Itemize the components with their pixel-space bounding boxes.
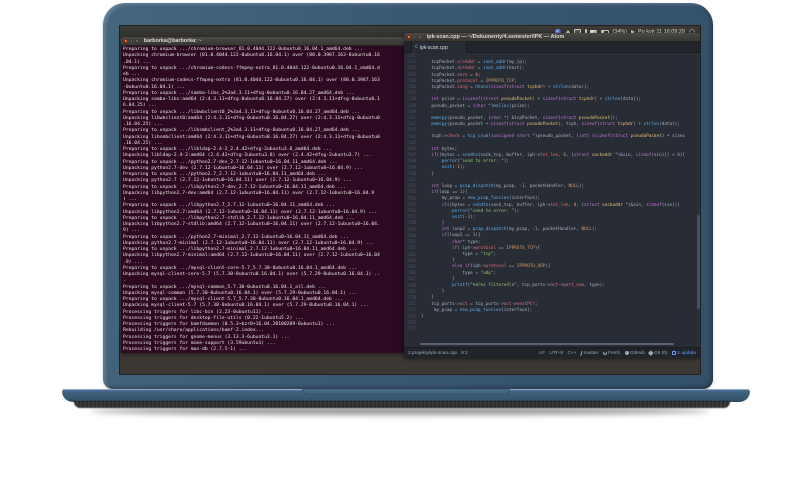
tab-bar: C ipk-scan.cpp [404, 42, 700, 53]
terminal-line: Unpacking mysql-client-core-5.7 (5.7.30-… [123, 272, 380, 277]
terminal-window-controls [124, 39, 139, 43]
terminal-output[interactable]: Preparing to unpack .../chromium-browser… [121, 46, 404, 353]
tab-ipk-scan-cpp[interactable]: C ipk-scan.cpp [411, 42, 467, 53]
status-grammar[interactable]: C++ [568, 351, 577, 356]
terminal-line: Unpacking libpython2.7:amd64 (2.7.12-1ub… [123, 209, 377, 215]
line-number-gutter: 531 532 533 534 535 536 537 538 539 540 541 542 543 5… [404, 53, 418, 347]
terminal-line: Unpacking libpython2.7-stdlib:amd64 (2.7… [123, 222, 380, 227]
terminal-line: Unpacking libpython2.7-minimal:amd64 (2.… [123, 253, 380, 259]
status-line-ending[interactable]: LF [539, 351, 545, 356]
close-button[interactable] [407, 35, 411, 39]
terminal-title: barborka@barborka: ~ [143, 38, 202, 44]
horizontal-scrollbar[interactable] [420, 342, 674, 345]
terminal-line: Unpacking libpython2.7-dev:amd64 (2.7.12… [123, 190, 375, 196]
code-line: memcpy(pseudo_packet + sizeof(struct pse… [431, 122, 680, 128]
atom-titlebar[interactable]: ipk-scan.cpp — ~/Dokumenty/4.semester/IP… [404, 33, 700, 42]
status-encoding[interactable]: UTF-8 [549, 351, 563, 356]
terminal-line: Unpacking samba-libs:amd64 (2:4.3.11+dfs… [123, 97, 380, 102]
terminal-titlebar[interactable]: barborka@barborka: ~ [121, 37, 404, 46]
git-icon [648, 350, 654, 356]
vertical-scrollbar[interactable] [697, 53, 700, 347]
update-icon [671, 350, 677, 356]
status-bar: 2.projekty/ipk-scan.cpp 9:1 LF UTF-8 C++… [404, 347, 700, 358]
terminal-line: Unpacking libwbclient0:amd64 (2:4.3.11+d… [123, 115, 380, 121]
terminal-line: Unpacking libsmbclient:amd64 (2:4.3.11+d… [123, 134, 380, 140]
close-button[interactable] [124, 39, 128, 43]
base-notch [302, 389, 510, 395]
sync-icon [602, 351, 607, 355]
line-number: 575 [408, 326, 416, 332]
terminal-line: Unpacking chromium-browser (81.0.4044.12… [123, 53, 380, 59]
maximize-button[interactable] [135, 39, 139, 43]
code-area[interactable]: tcpPacket.srcAddr = inet_addr(my_ip); tc… [418, 53, 700, 347]
minimize-button[interactable] [129, 39, 134, 43]
tab-label: ipk-scan.cpp [419, 44, 448, 51]
terminal-line: Unpacking mysql-client-5.7 (5.7.30-0ubun… [123, 303, 369, 309]
terminal-line: Unpacking chromium-codecs-ffmpeg-extra (… [123, 78, 380, 84]
status-update[interactable]: 1 update [671, 350, 696, 356]
code-line: tcph->check = tcp_csum((unsigned short *… [421, 134, 685, 140]
atom-window-controls [407, 35, 422, 39]
status-right-group: LF UTF-8 C++ master Fetch GitHub Git (0)… [539, 350, 696, 356]
terminal-window: barborka@barborka: ~ Preparing to unpack… [121, 37, 404, 353]
atom-title: ipk-scan.cpp — ~/Dokumenty/4.semester/IP… [426, 34, 565, 40]
status-git-changes[interactable]: Git (0) [648, 350, 667, 356]
minimize-button[interactable] [412, 35, 417, 39]
status-git-branch[interactable]: master [580, 351, 598, 356]
laptop-lid: (34%) Po kvě 11 16:09:29 barborka@barbor… [103, 3, 713, 389]
github-icon [624, 350, 629, 356]
atom-window: ipk-scan.cpp — ~/Dokumenty/4.semester/IP… [404, 33, 700, 358]
status-file-path[interactable]: 2.projekty/ipk-scan.cpp [408, 351, 457, 356]
terminal-line: Preparing to unpack .../chromium-codecs-… [123, 65, 380, 71]
vertical-scrollbar-handle[interactable] [697, 214, 700, 309]
maximize-button[interactable] [418, 35, 422, 39]
terminal-line: Processing triggers for man-db (2.7.5-1)… [123, 347, 248, 352]
status-github[interactable]: GitHub [624, 350, 645, 356]
status-cursor-position[interactable]: 9:1 [461, 351, 468, 356]
status-fetch[interactable]: Fetch [602, 351, 620, 356]
base-fade-shadow [90, 407, 710, 415]
laptop-screen: (34%) Po kvě 11 16:09:29 barborka@barbor… [120, 26, 700, 374]
terminal-line: Unpacking libldap-2.4-2:amd64 (2.4.42+df… [123, 153, 372, 159]
cpp-file-icon: C [415, 45, 418, 50]
editor[interactable]: 531 532 533 534 535 536 537 538 539 540 541 542 543 5… [404, 53, 700, 347]
